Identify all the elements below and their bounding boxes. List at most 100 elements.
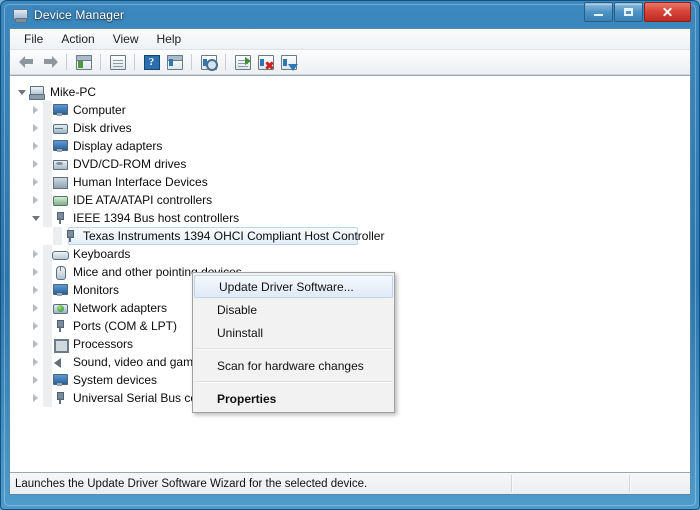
context-menu-separator — [195, 381, 392, 383]
tree-connector — [43, 353, 52, 371]
keyboard-icon — [52, 247, 69, 261]
context-menu-item-disable[interactable]: Disable — [193, 298, 394, 321]
device-context-menu: Update Driver Software... Disable Uninst… — [192, 272, 395, 413]
tree-node-label: Disk drives — [73, 121, 132, 135]
tree-node-computer[interactable]: Computer — [10, 101, 690, 119]
menu-file[interactable]: File — [15, 30, 52, 48]
tree-connector — [43, 281, 52, 299]
processor-icon — [52, 337, 69, 353]
toolbar-separator — [225, 54, 226, 70]
tree-node-display-adapters[interactable]: Display adapters — [10, 137, 690, 155]
maximize-button[interactable] — [614, 2, 643, 22]
close-button[interactable] — [644, 2, 691, 22]
expand-toggle[interactable] — [29, 245, 43, 263]
monitor-icon — [52, 283, 68, 297]
expand-toggle[interactable] — [29, 191, 43, 209]
tree-connector — [43, 263, 52, 281]
sound-icon — [52, 355, 68, 369]
tree-connector — [43, 101, 52, 119]
tree-connector — [43, 317, 52, 335]
context-menu-item-update-driver-software[interactable]: Update Driver Software... — [194, 275, 393, 298]
context-menu-item-scan-for-hardware-changes[interactable]: Scan for hardware changes — [193, 354, 394, 377]
tree-node-label: Display adapters — [73, 139, 163, 153]
forward-button[interactable] — [39, 52, 60, 72]
tree-node-disk-drives[interactable]: Disk drives — [10, 119, 690, 137]
toolbar-separator — [134, 54, 135, 70]
tree-connector — [43, 335, 52, 353]
expand-toggle[interactable] — [29, 371, 43, 389]
port-icon — [52, 319, 68, 333]
expand-toggle[interactable] — [29, 101, 43, 119]
help-button[interactable]: ? — [141, 52, 162, 72]
tree-node-dvd-cdrom-drives[interactable]: DVD/CD-ROM drives — [10, 155, 690, 173]
menu-action[interactable]: Action — [52, 30, 103, 48]
expand-toggle[interactable] — [29, 389, 43, 407]
context-menu-item-properties[interactable]: Properties — [193, 387, 394, 410]
expand-toggle[interactable] — [29, 137, 43, 155]
expand-toggle[interactable] — [29, 281, 43, 299]
status-divider — [511, 475, 512, 492]
device-manager-window: Device Manager File Action View Help ? M… — [0, 0, 700, 510]
help-question-icon: ? — [143, 54, 160, 70]
tree-connector — [43, 371, 52, 389]
scan-hardware-changes-button[interactable] — [198, 52, 219, 72]
tree-connector — [43, 389, 52, 407]
device-tree-pane[interactable]: Mike-PC Computer Disk drives Display ada… — [10, 75, 690, 472]
status-bar: Launches the Update Driver Software Wiza… — [10, 472, 690, 494]
tree-node-root[interactable]: Mike-PC — [10, 83, 690, 101]
tree-node-keyboards[interactable]: Keyboards — [10, 245, 690, 263]
tree-node-texas-instruments-1394-host-controller[interactable]: Texas Instruments 1394 OHCI Compliant Ho… — [10, 227, 690, 245]
expand-toggle[interactable] — [29, 263, 43, 281]
status-divider — [629, 475, 630, 492]
menu-view[interactable]: View — [104, 30, 148, 48]
menu-help[interactable]: Help — [148, 30, 191, 48]
tree-node-label: Computer — [73, 103, 126, 117]
view-button[interactable] — [164, 52, 185, 72]
update-driver-button[interactable] — [232, 52, 253, 72]
title-bar[interactable]: Device Manager — [9, 1, 691, 28]
client-area: File Action View Help ? Mike-PC Computer… — [9, 28, 691, 495]
tree-connector — [43, 155, 52, 173]
uninstall-button[interactable] — [255, 52, 276, 72]
dvd-drive-icon — [52, 157, 68, 171]
uninstall-red-x-icon — [257, 54, 274, 70]
expand-toggle[interactable] — [29, 119, 43, 137]
desktop-background: Device Manager File Action View Help ? M… — [0, 0, 700, 510]
expand-toggle[interactable] — [29, 209, 43, 227]
back-button[interactable] — [16, 52, 37, 72]
tree-node-ieee1394-bus-host-controllers[interactable]: IEEE 1394 Bus host controllers — [10, 209, 690, 227]
tree-node-label: Processors — [73, 337, 134, 351]
window-controls — [584, 2, 691, 22]
tree-node-label: IDE ATA/ATAPI controllers — [73, 193, 213, 207]
tree-node-label: Monitors — [73, 283, 120, 297]
tree-node-human-interface-devices[interactable]: Human Interface Devices — [10, 173, 690, 191]
expand-toggle-root[interactable] — [15, 83, 29, 101]
ieee1394-icon — [52, 211, 68, 225]
disk-drive-icon — [52, 121, 68, 135]
expand-toggle[interactable] — [29, 173, 43, 191]
disable-button[interactable] — [278, 52, 299, 72]
display-adapter-icon — [52, 139, 68, 153]
tree-node-label: IEEE 1394 Bus host controllers — [73, 211, 240, 225]
system-device-icon — [52, 373, 68, 387]
minimize-button[interactable] — [584, 2, 613, 22]
device-manager-icon — [12, 7, 28, 23]
tree-connector — [43, 119, 52, 137]
tree-node-label: Ports (COM & LPT) — [73, 319, 178, 333]
hid-icon — [52, 175, 68, 189]
console-tree-icon — [75, 54, 92, 70]
menu-bar: File Action View Help — [10, 29, 690, 50]
ieee1394-device-icon — [62, 229, 78, 243]
show-hide-console-tree-button[interactable] — [73, 52, 94, 72]
expand-toggle[interactable] — [29, 335, 43, 353]
tree-node-ide-controllers[interactable]: IDE ATA/ATAPI controllers — [10, 191, 690, 209]
expand-toggle[interactable] — [29, 155, 43, 173]
tree-connector — [43, 299, 52, 317]
arrow-right-icon — [42, 55, 58, 69]
expand-toggle[interactable] — [29, 299, 43, 317]
properties-button[interactable] — [107, 52, 128, 72]
expand-toggle[interactable] — [29, 353, 43, 371]
expand-toggle[interactable] — [29, 317, 43, 335]
tree-node-label: Human Interface Devices — [73, 175, 208, 189]
context-menu-item-uninstall[interactable]: Uninstall — [193, 321, 394, 344]
